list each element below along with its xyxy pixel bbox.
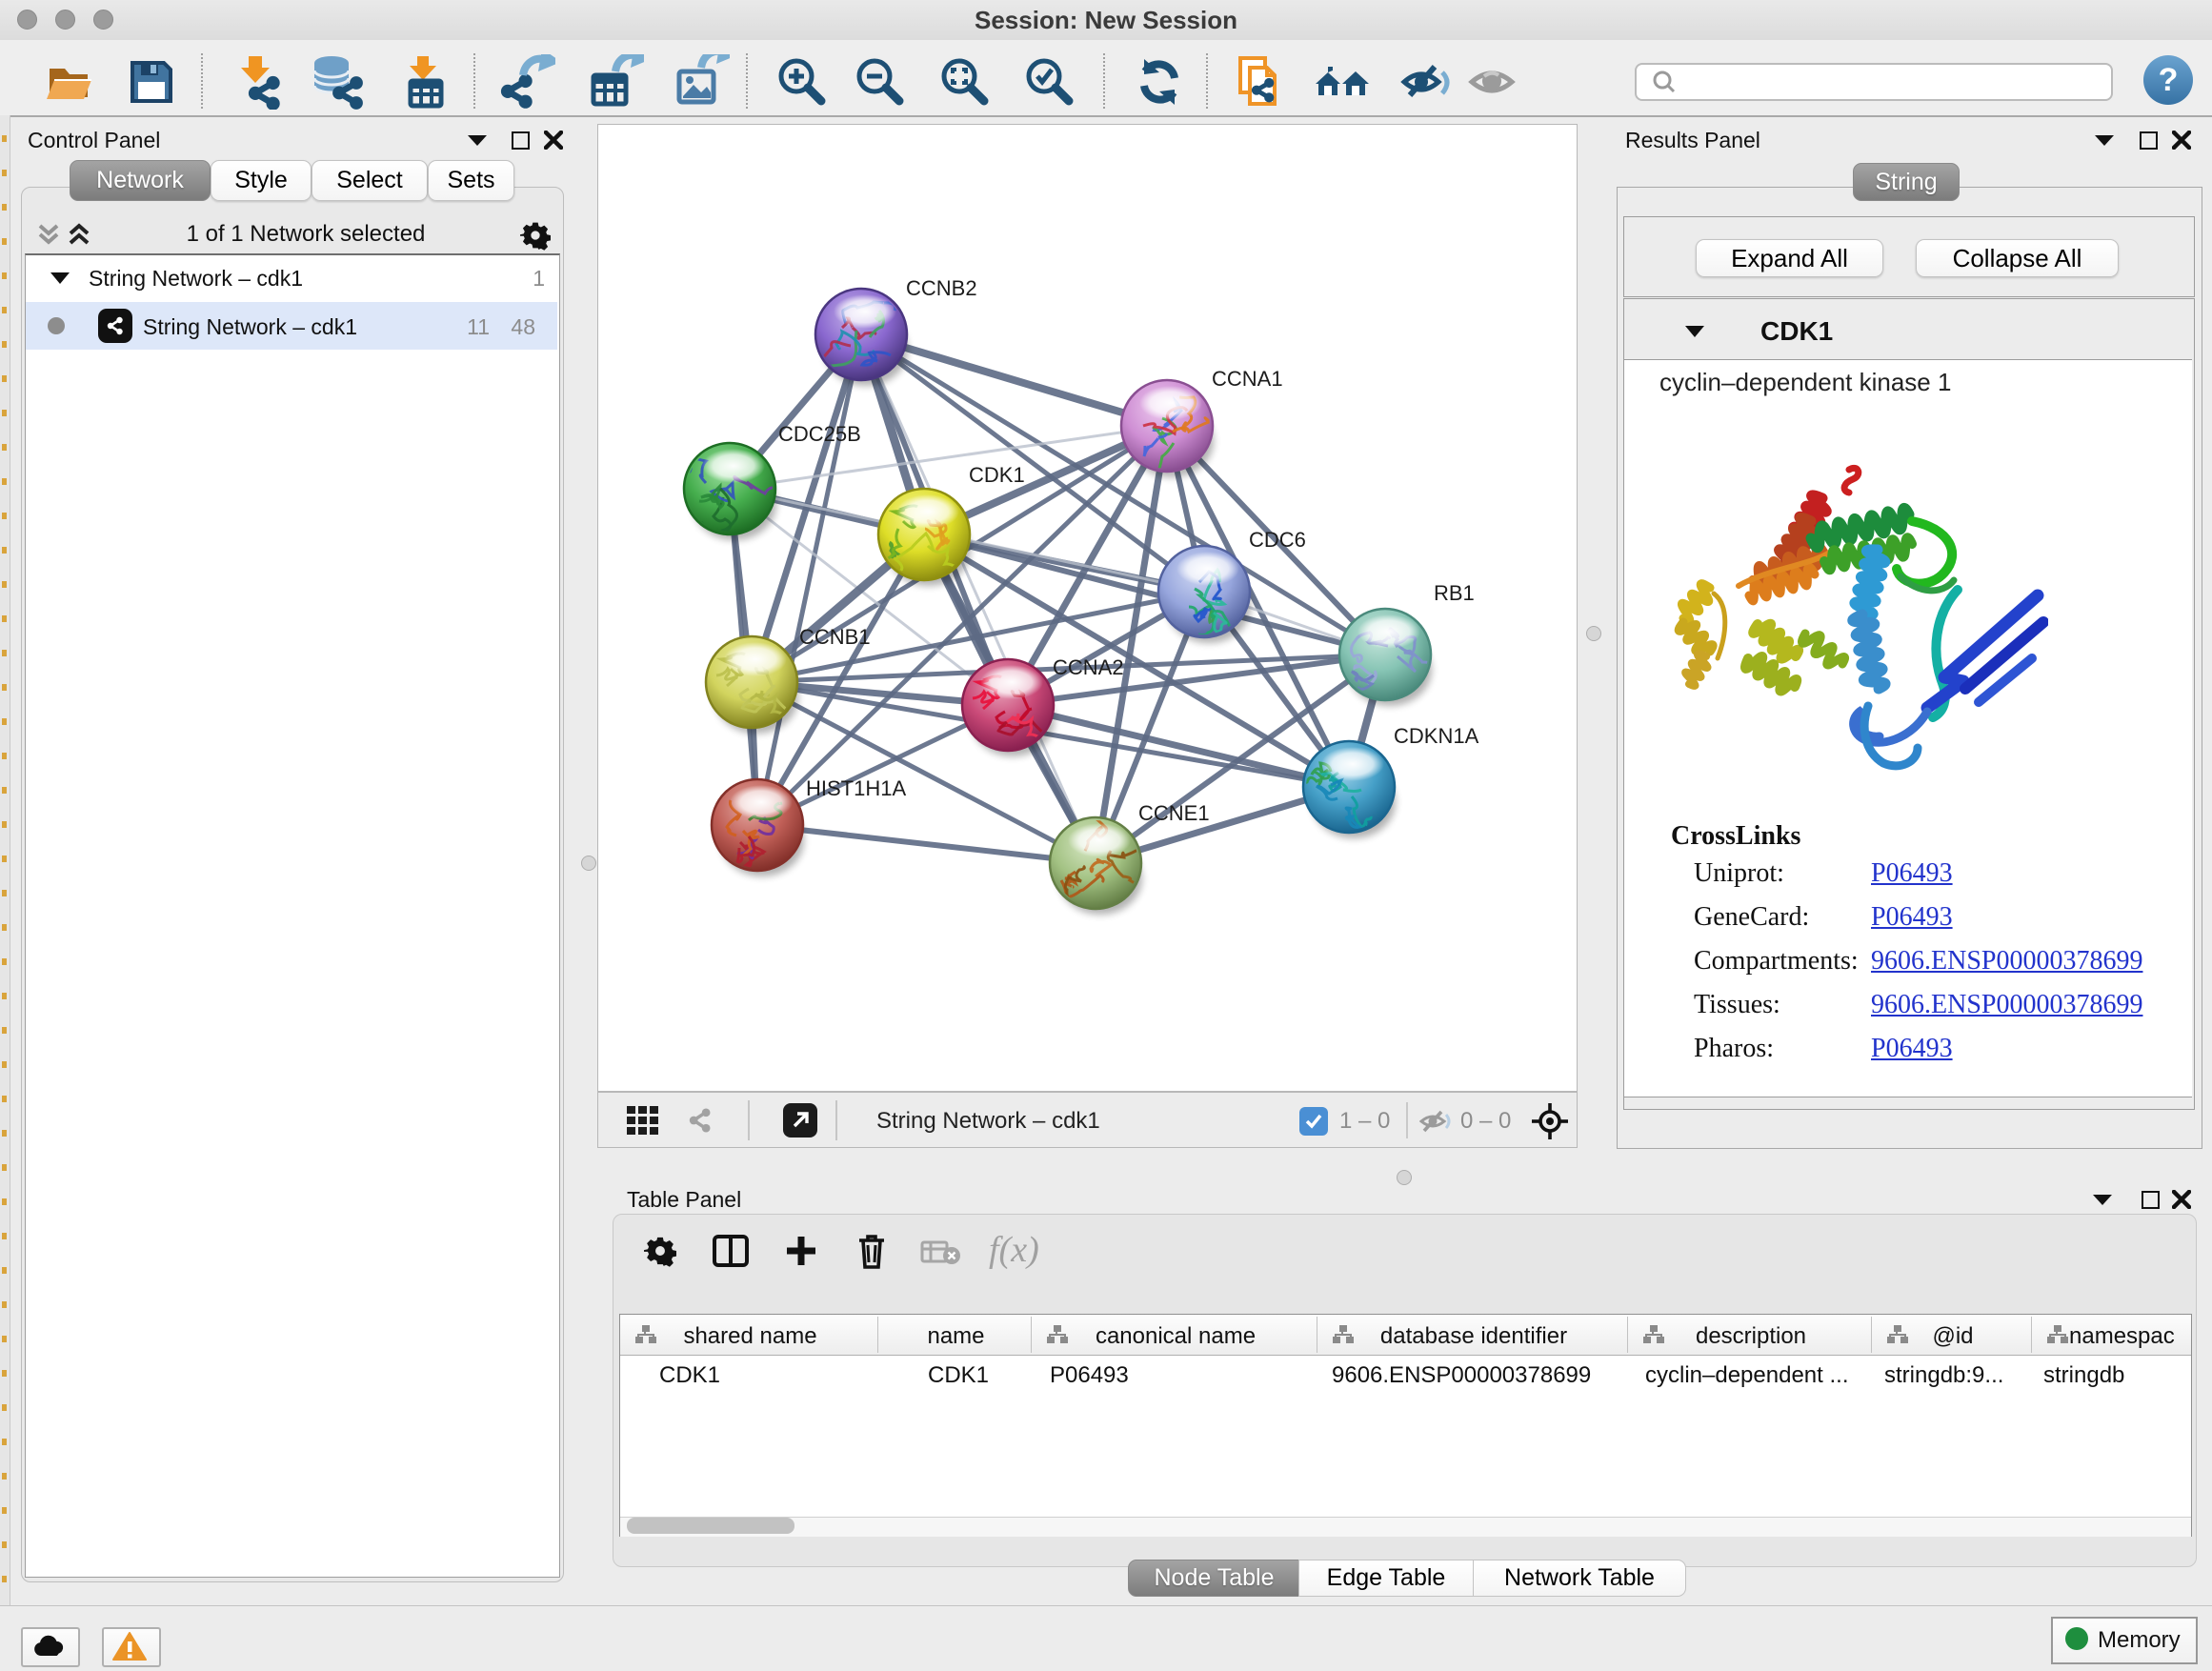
svg-text:CCNB1: CCNB1 <box>799 625 871 649</box>
svg-text:CCNB2: CCNB2 <box>906 276 977 300</box>
svg-text:CDC25B: CDC25B <box>778 422 861 446</box>
svg-text:CCNE1: CCNE1 <box>1138 801 1210 825</box>
svg-text:CDKN1A: CDKN1A <box>1394 724 1479 748</box>
svg-text:CCNA2: CCNA2 <box>1053 655 1124 679</box>
svg-text:HIST1H1A: HIST1H1A <box>806 776 906 800</box>
svg-text:CCNA1: CCNA1 <box>1212 367 1283 391</box>
svg-text:RB1: RB1 <box>1434 581 1475 605</box>
svg-text:CDC6: CDC6 <box>1249 528 1306 552</box>
svg-text:CDK1: CDK1 <box>969 463 1025 487</box>
